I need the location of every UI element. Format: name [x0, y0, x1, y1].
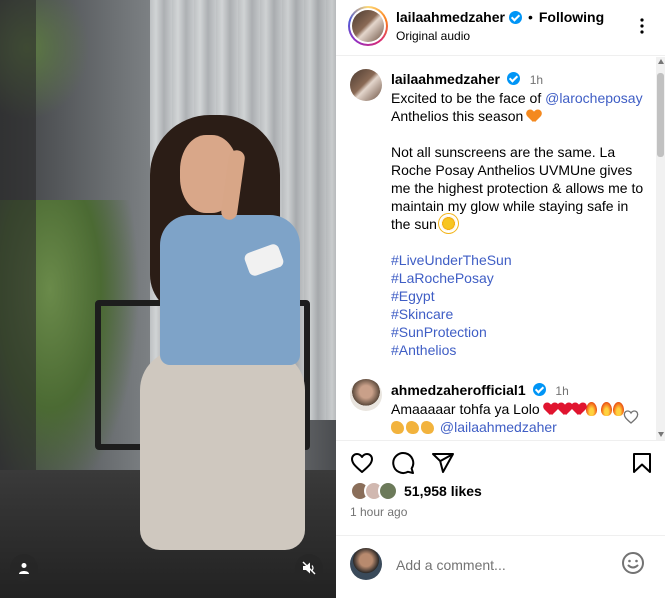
commenter-avatar[interactable] — [350, 379, 382, 411]
author-line: lailaahmedzaher • Following — [396, 9, 604, 25]
mute-toggle-button[interactable] — [295, 554, 323, 582]
caption-line-2: Anthelios this season — [391, 107, 649, 125]
share-button[interactable] — [431, 451, 455, 475]
hashtag-link[interactable]: #LiveUnderTheSun — [391, 251, 649, 269]
post-video[interactable] — [0, 0, 336, 598]
mute-icon — [302, 561, 316, 575]
post-caption: lailaahmedzaher 1h Excited to be the fac… — [391, 70, 649, 359]
author-avatar[interactable] — [348, 6, 388, 46]
clap-icon — [406, 421, 419, 434]
caption-header: lailaahmedzaher 1h — [391, 70, 649, 89]
verified-badge-icon — [508, 10, 522, 24]
caption-text-3: Not all sunscreens are the same. La Roch… — [391, 144, 644, 232]
more-icon — [640, 18, 644, 34]
caption-time: 1h — [529, 73, 544, 87]
caption-mention-link[interactable]: @larocheposay — [545, 90, 643, 106]
caption-username[interactable]: lailaahmedzaher — [391, 71, 500, 87]
scrollbar[interactable] — [656, 57, 665, 440]
caption-gap-2 — [391, 233, 649, 251]
hashtag-link[interactable]: #Anthelios — [391, 341, 649, 359]
red-heart-icon — [544, 403, 558, 416]
hashtag-link[interactable]: #Skincare — [391, 305, 649, 323]
post-timestamp[interactable]: 1 hour ago — [350, 505, 407, 519]
action-bar — [336, 440, 665, 480]
likes-count[interactable]: 51,958 likes — [404, 483, 482, 499]
red-heart-icon — [572, 403, 586, 416]
emoji-icon — [622, 552, 644, 574]
header-separator: • — [527, 9, 533, 25]
caption-gap — [391, 125, 649, 143]
fire-icon — [585, 402, 597, 416]
fire-icon — [601, 402, 613, 416]
heart-outline-icon — [623, 410, 639, 424]
following-button[interactable]: Following — [539, 9, 604, 25]
comment-body: Amaaaaar tohfa ya Lolo — [391, 401, 601, 417]
hashtag-link[interactable]: #LaRochePosay — [391, 269, 649, 287]
verified-badge-icon — [532, 383, 546, 396]
video-person-skirt — [140, 350, 305, 550]
caption-line-1: Excited to be the face of @larocheposay — [391, 89, 649, 107]
post-header: lailaahmedzaher • Following Original aud… — [336, 0, 665, 56]
save-button[interactable] — [630, 451, 654, 475]
caption-paragraph-2: Not all sunscreens are the same. La Roch… — [391, 143, 649, 233]
emoji-picker-button[interactable] — [621, 551, 647, 577]
orange-heart-icon — [527, 110, 541, 123]
comment-icon — [392, 452, 415, 474]
scrollbar-thumb[interactable] — [657, 73, 664, 157]
liker-avatar — [378, 481, 398, 501]
avatar-image — [352, 10, 384, 42]
hashtag-link[interactable]: #Egypt — [391, 287, 649, 305]
commenter-username[interactable]: ahmedzaherofficial1 — [391, 382, 526, 398]
sun-icon — [440, 216, 456, 231]
caption-author-avatar[interactable] — [350, 69, 382, 101]
user-tag-icon — [19, 563, 29, 574]
heart-icon — [351, 453, 373, 473]
clap-icon — [391, 421, 404, 434]
tagged-users-button[interactable] — [10, 554, 38, 582]
hashtag-link[interactable]: #SunProtection — [391, 323, 649, 341]
comment-like-button[interactable] — [623, 409, 639, 425]
comment-button[interactable] — [391, 451, 415, 475]
video-person-top — [160, 215, 300, 365]
comment-composer — [336, 535, 665, 598]
bookmark-icon — [633, 453, 651, 473]
comment-text: Amaaaaar tohfa ya Lolo — [391, 401, 540, 417]
current-user-avatar — [350, 548, 382, 580]
post-details-panel: lailaahmedzaher • Following Original aud… — [336, 0, 665, 598]
verified-badge-icon — [506, 72, 520, 85]
caption-text-2: Anthelios this season — [391, 108, 524, 124]
likes-summary[interactable]: 51,958 likes — [350, 481, 482, 501]
author-username[interactable]: lailaahmedzaher — [396, 9, 505, 25]
comment-header: ahmedzaherofficial1 1h — [391, 382, 569, 398]
clap-icon — [421, 421, 434, 434]
scroll-down-arrow-icon[interactable] — [658, 432, 664, 437]
audio-link[interactable]: Original audio — [396, 29, 470, 43]
more-options-button[interactable] — [630, 14, 654, 38]
comments-scroll-area[interactable]: lailaahmedzaher 1h Excited to be the fac… — [336, 57, 665, 440]
red-heart-icon — [558, 403, 572, 416]
like-button[interactable] — [350, 451, 374, 475]
comment-input[interactable] — [396, 554, 616, 576]
comment-item: ahmedzaherofficial1 1h Amaaaaar tohfa ya… — [391, 381, 631, 436]
share-icon — [432, 453, 454, 473]
caption-text-1: Excited to be the face of — [391, 90, 546, 106]
scroll-up-arrow-icon[interactable] — [658, 59, 664, 64]
comment-time: 1h — [555, 384, 569, 398]
comment-mention-link[interactable]: @lailaahmedzaher — [440, 419, 557, 435]
